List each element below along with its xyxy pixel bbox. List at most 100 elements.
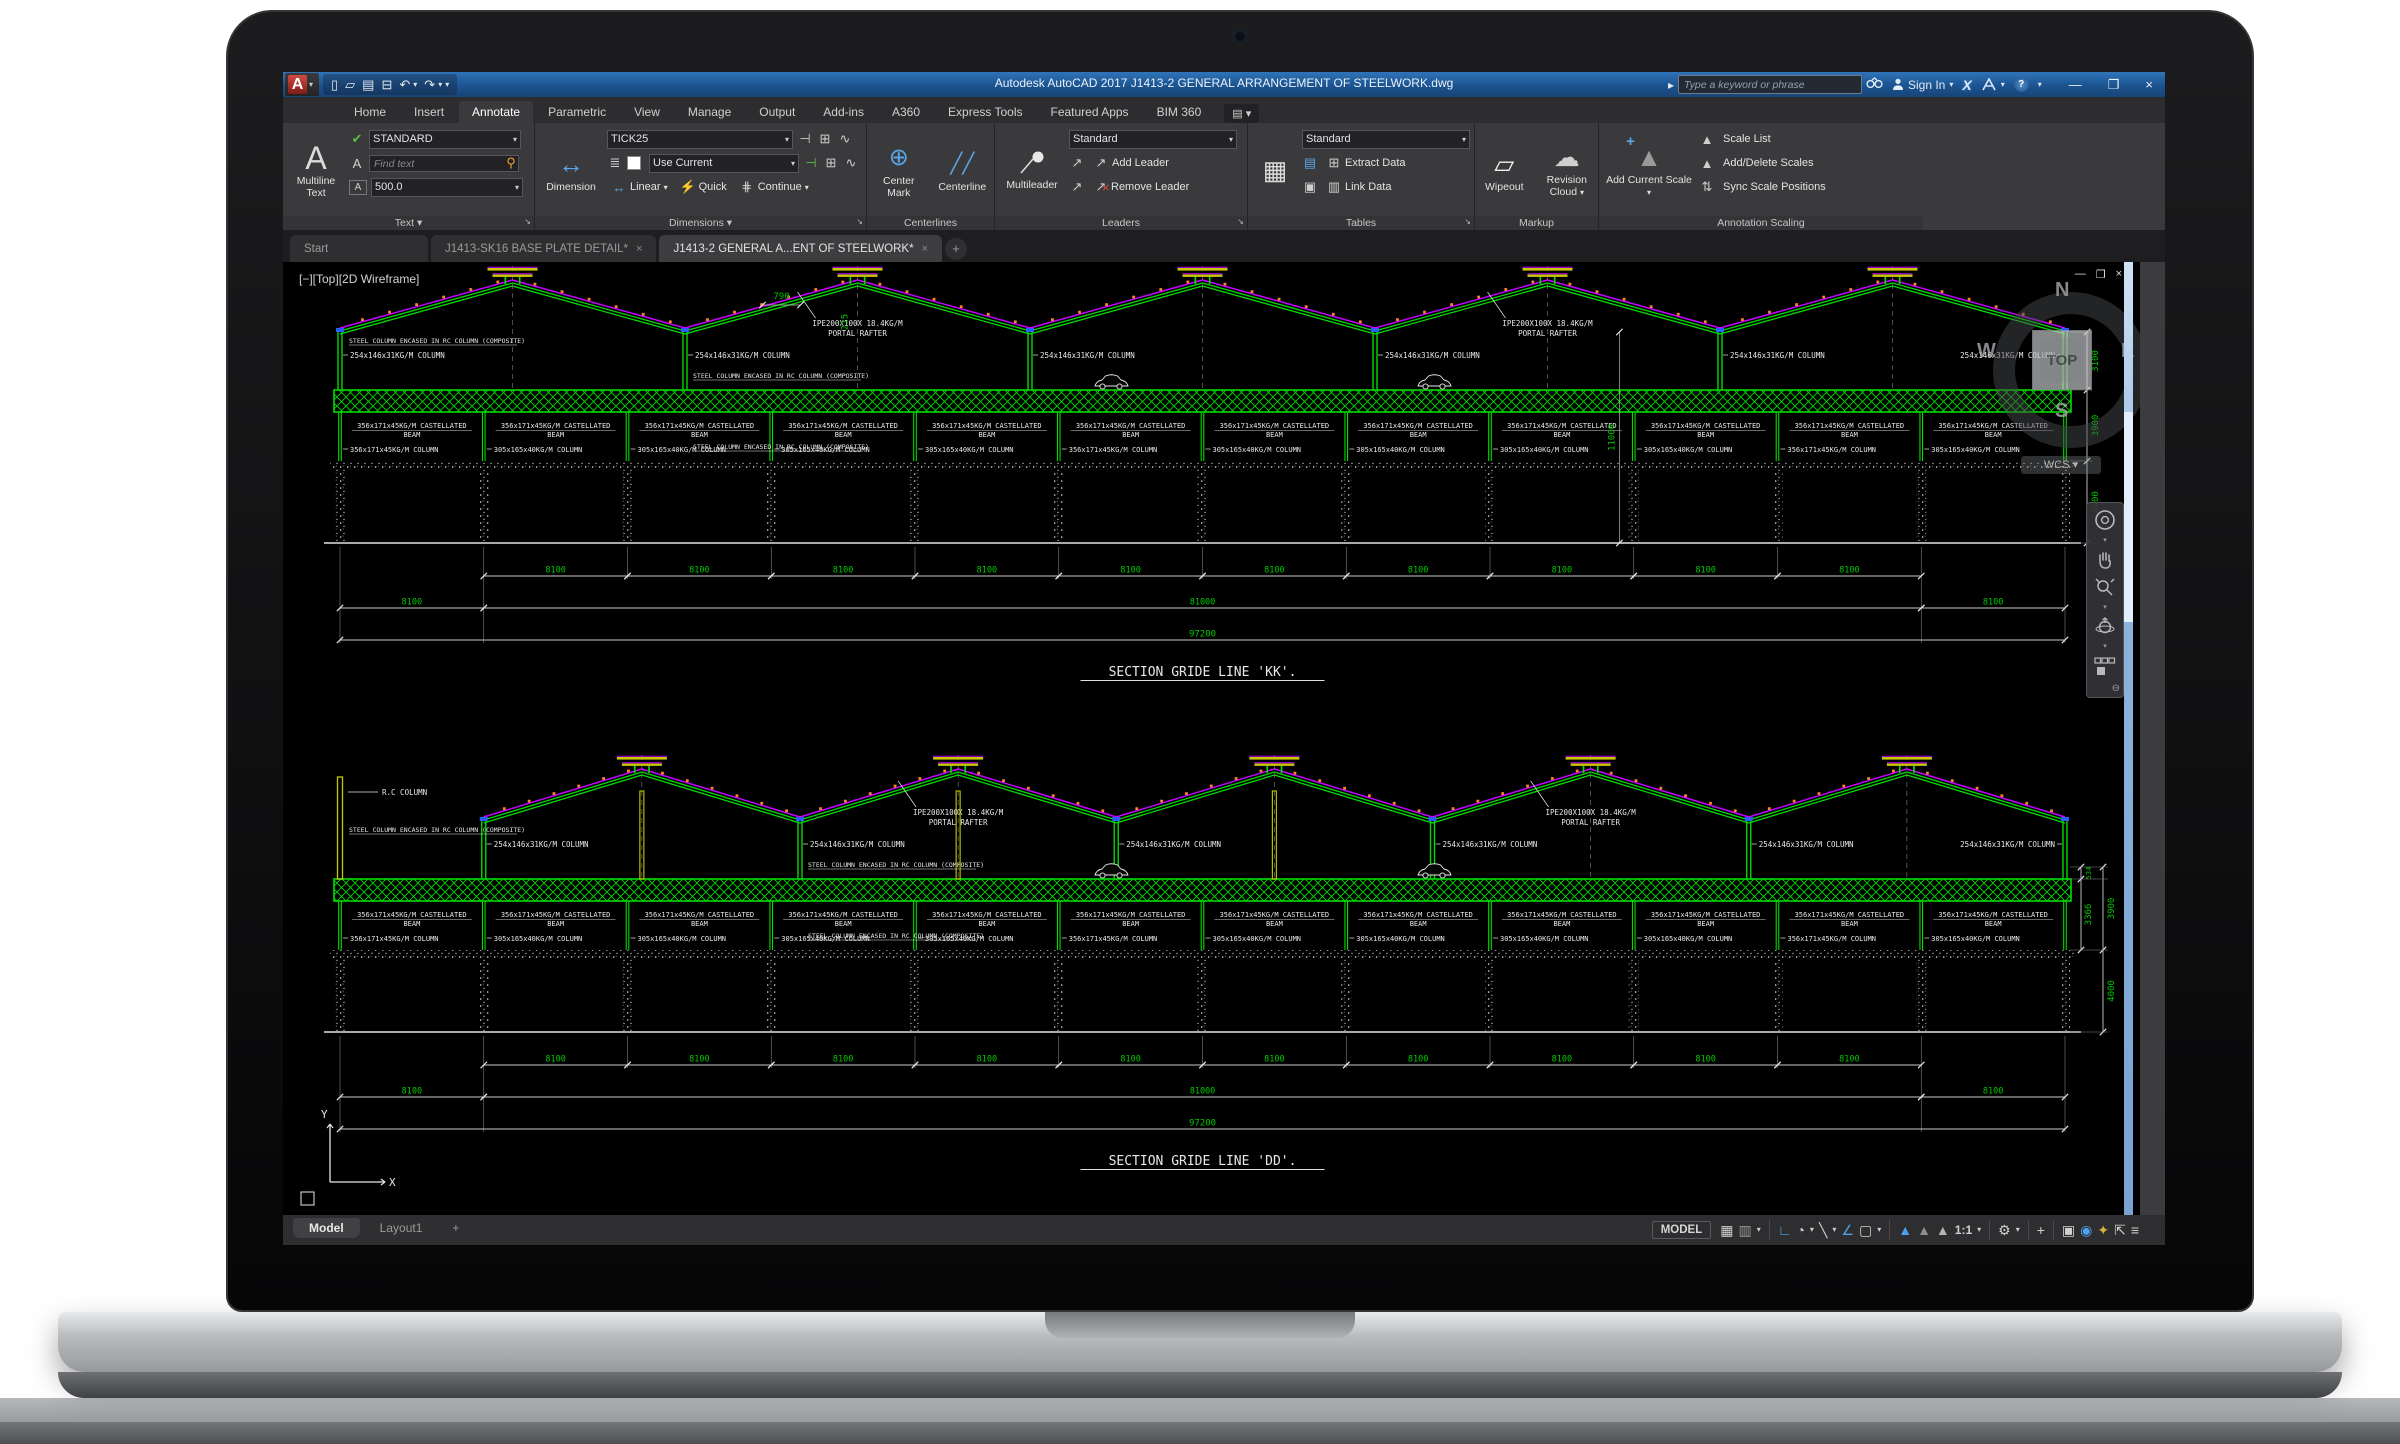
multileader-button[interactable]: Multileader [999, 125, 1065, 216]
new-drawing-tab-button[interactable]: + [945, 238, 967, 260]
autoscale-icon[interactable]: ▲ [1917, 1218, 1931, 1242]
model-space-toggle[interactable]: MODEL [1651, 1221, 1712, 1239]
orbit-icon[interactable] [2094, 616, 2116, 638]
revision-cloud-button[interactable]: ☁ Revision Cloud ▾ [1540, 125, 1594, 216]
add-leader-button[interactable]: ↗ Add Leader [1089, 155, 1173, 171]
text-style-select[interactable]: STANDARD ▾ [369, 129, 521, 149]
viewcube-top-face[interactable]: TOP [2032, 330, 2092, 390]
close-tab-icon[interactable]: × [636, 243, 642, 255]
find-magnifier-icon[interactable]: ⚲ [503, 155, 519, 171]
isodraft-menu-icon[interactable]: ▾ [1832, 1218, 1836, 1242]
dimensions-panel-launcher-icon[interactable]: ↘ [856, 215, 863, 229]
remove-leader-button[interactable]: ↗ × Remove Leader [1089, 179, 1193, 195]
showmotion-icon[interactable] [2093, 655, 2117, 677]
scale-menu-icon[interactable]: ▾ [1977, 1218, 1981, 1242]
check-spelling-icon[interactable]: ✔ [349, 131, 365, 147]
continue-dimension-button[interactable]: ⋕ Continue ▾ [735, 179, 813, 195]
dim-adjust-space-icon[interactable]: ⊞ [817, 131, 833, 147]
dim-jog-line-icon[interactable]: ∿ [837, 131, 853, 147]
help-icon[interactable]: ? [2013, 77, 2029, 92]
pan-icon[interactable] [2094, 549, 2116, 571]
wcs-menu[interactable]: WCS ▾ [2021, 456, 2101, 474]
ortho-icon[interactable]: ∟ [1778, 1218, 1792, 1242]
navigation-wheel-icon[interactable] [2093, 508, 2117, 532]
polar-tracking-icon[interactable]: ◔ [1796, 1218, 1804, 1242]
center-mark-button[interactable]: ⊕ Center Mark [871, 125, 927, 216]
ribbon-tab-express-tools[interactable]: Express Tools [935, 101, 1035, 123]
file-tab-start[interactable]: Start [290, 235, 428, 262]
viewport-minimize-icon[interactable]: — [2075, 268, 2086, 281]
tables-panel-launcher-icon[interactable]: ↘ [1464, 215, 1471, 229]
close-button[interactable]: × [2145, 77, 2153, 93]
add-delete-scales-button[interactable]: Add/Delete Scales [1719, 157, 1818, 169]
search-input[interactable] [1678, 75, 1862, 94]
centerline-button[interactable]: ╱╱ Centerline [935, 125, 991, 216]
file-tab-steelwork[interactable]: J1413-2 GENERAL A...ENT OF STEELWORK* × [659, 235, 942, 262]
close-tab-icon[interactable]: × [922, 243, 928, 255]
viewcube-south[interactable]: S [2055, 400, 2068, 423]
clean-screen-icon[interactable]: ⇱ [2114, 1218, 2126, 1242]
ribbon-tab-insert[interactable]: Insert [401, 101, 457, 123]
search-go-icon[interactable]: ▸ [1668, 78, 1674, 92]
table-style-select[interactable]: Standard ▾ [1302, 129, 1470, 149]
ribbon-display-menu[interactable]: ▤ ▾ [1224, 104, 1260, 123]
isodraft-icon[interactable]: ╲ [1819, 1218, 1827, 1242]
dim-update-icon[interactable]: ⊣ [803, 155, 819, 171]
polar-menu-icon[interactable]: ▾ [1810, 1218, 1814, 1242]
sign-in-button[interactable]: Sign In ▾ [1892, 78, 1953, 92]
customization-icon[interactable]: ≡ [2131, 1218, 2139, 1242]
performance-icon[interactable]: ✦ [2097, 1218, 2109, 1242]
layout1-tab[interactable]: Layout1 [363, 1218, 439, 1238]
snap-grid-icon[interactable]: ▦ [1720, 1218, 1733, 1242]
add-icon[interactable]: + [2037, 1218, 2045, 1242]
find-text-input[interactable] [369, 155, 519, 173]
text-height-select[interactable]: 500.0 ▾ [371, 177, 523, 197]
text-panel-launcher-icon[interactable]: ↘ [524, 215, 531, 229]
viewport-label[interactable]: [−][Top][2D Wireframe] [299, 272, 419, 286]
isolate-objects-icon[interactable]: ▣ [2062, 1218, 2075, 1242]
multiline-text-button[interactable]: A Multiline Text [287, 125, 345, 216]
restore-button[interactable]: ❐ [2108, 77, 2120, 93]
dim-reassociate-icon[interactable]: ⊞ [823, 155, 839, 171]
table-button[interactable]: ▦ [1252, 125, 1298, 216]
viewcube-north[interactable]: N [2055, 279, 2069, 302]
ribbon-tab-bim-360[interactable]: BIM 360 [1144, 101, 1215, 123]
ribbon-tab-manage[interactable]: Manage [675, 101, 744, 123]
viewport-close-icon[interactable]: × [2116, 268, 2122, 281]
ribbon-tab-view[interactable]: View [621, 101, 673, 123]
object-snap-menu-icon[interactable]: ▾ [1877, 1218, 1881, 1242]
settings-gear-icon[interactable]: ⚙ [1998, 1218, 2011, 1242]
wipeout-button[interactable]: ▱ Wipeout [1479, 125, 1530, 216]
ribbon-tab-output[interactable]: Output [746, 101, 808, 123]
vertical-scrollbar[interactable] [2124, 262, 2133, 1215]
viewport-restore-icon[interactable]: ❐ [2096, 268, 2106, 281]
scale-value[interactable]: 1:1 [1955, 1218, 1972, 1242]
quick-dimension-button[interactable]: ⚡ Quick [676, 179, 731, 195]
ribbon-tab-a360[interactable]: A360 [879, 101, 933, 123]
drawing-canvas[interactable]: 8100 8100 8100 8100 8100 8100 8100 8100 8100 8100… [283, 262, 2149, 1215]
extract-data-button[interactable]: ⊞ Extract Data [1322, 155, 1410, 171]
grid-display-icon[interactable]: ▥ [1738, 1218, 1751, 1242]
a360-icon[interactable]: ▾ [1981, 78, 2005, 91]
link-data-button[interactable]: ▥ Link Data [1322, 179, 1395, 195]
file-tab-base-plate[interactable]: J1413-SK16 BASE PLATE DETAIL* × [431, 235, 657, 262]
annotation-visibility-icon[interactable]: ▲ [1898, 1218, 1912, 1242]
object-snap-tracking-icon[interactable]: ∠ [1841, 1218, 1854, 1242]
ribbon-tab-home[interactable]: Home [341, 101, 399, 123]
hardware-acceleration-icon[interactable]: ◉ [2080, 1218, 2092, 1242]
leaders-panel-launcher-icon[interactable]: ↘ [1237, 215, 1244, 229]
exchange-apps-icon[interactable]: X [1962, 77, 1971, 93]
new-layout-button[interactable]: + [442, 1218, 470, 1238]
viewcube-west[interactable]: W [1977, 340, 1996, 363]
ribbon-tab-add-ins[interactable]: Add-ins [810, 101, 877, 123]
sync-scale-positions-button[interactable]: Sync Scale Positions [1719, 181, 1830, 193]
ribbon-tab-annotate[interactable]: Annotate [459, 101, 534, 123]
dim-layer-select[interactable]: Use Current ▾ [649, 153, 799, 173]
dim-override-icon[interactable]: ∿ [843, 155, 859, 171]
multileader-style-select[interactable]: Standard ▾ [1069, 129, 1237, 149]
dim-style-select[interactable]: TICK25 ▾ [607, 129, 793, 149]
grid-menu-icon[interactable]: ▾ [1757, 1218, 1761, 1242]
dim-break-icon[interactable]: ⊣ [797, 131, 813, 147]
navbar-collapse-icon[interactable]: ⊖ [2112, 683, 2120, 694]
minimize-button[interactable]: — [2069, 77, 2082, 93]
